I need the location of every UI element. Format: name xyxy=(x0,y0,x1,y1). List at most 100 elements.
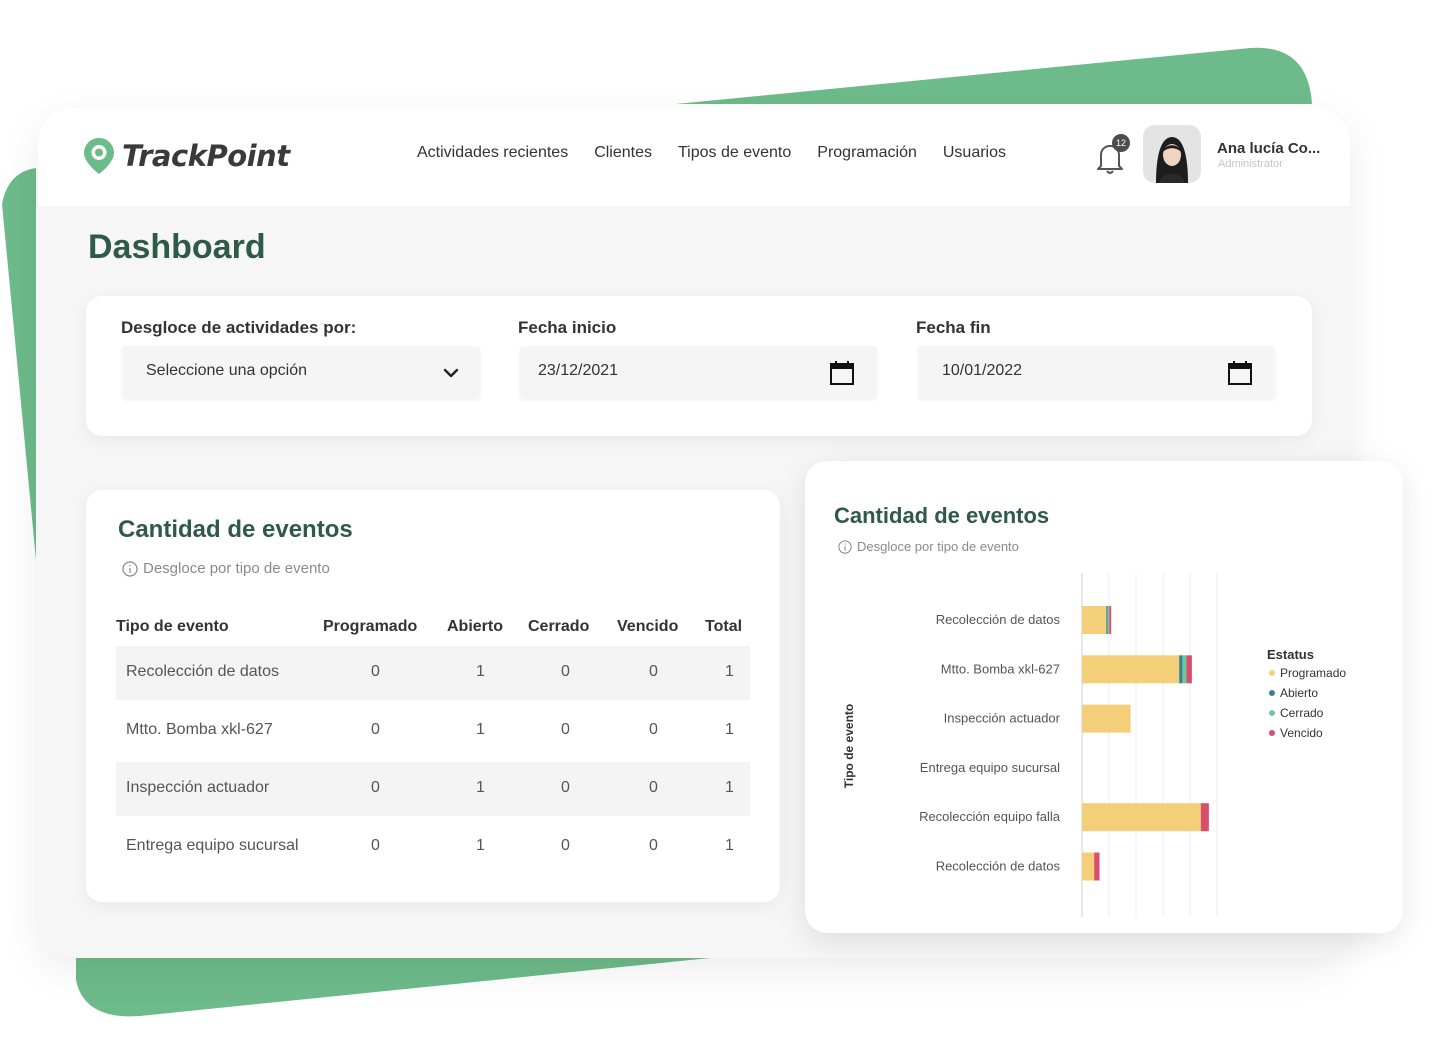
chart-legend-label: Programado xyxy=(1280,666,1346,680)
nav-item-event-types[interactable]: Tipos de evento xyxy=(678,144,791,162)
chart-category-label: Recolección de datos xyxy=(936,612,1061,627)
chart-bar-programado xyxy=(1082,704,1131,733)
chart-bar-cerrado xyxy=(1107,606,1110,634)
filters-panel: Desgloce de actividades por: Seleccione … xyxy=(86,296,1312,436)
events-table-card: Cantidad de eventos Desgloce por tipo de… xyxy=(86,490,780,902)
chart-category-label: Recolección de datos xyxy=(936,859,1061,874)
chart-bar-vencido xyxy=(1094,852,1100,881)
chart-bar-programado xyxy=(1082,655,1180,684)
column-header-open[interactable]: Abierto xyxy=(447,618,503,636)
chart-category-label: Mtto. Bomba xkl-627 xyxy=(941,661,1060,676)
calendar-icon[interactable] xyxy=(1227,360,1253,386)
user-role: Administrator xyxy=(1218,158,1283,170)
table-row[interactable]: Inspección actuador 0 1 0 0 1 xyxy=(116,762,750,816)
chart-legend-label: Cerrado xyxy=(1280,706,1324,720)
cell-closed: 0 xyxy=(561,663,570,680)
brand-name: TrackPoint xyxy=(122,139,290,173)
nav-item-users[interactable]: Usuarios xyxy=(943,144,1006,162)
chart-category-label: Recolección equipo falla xyxy=(919,809,1061,824)
cell-total: 1 xyxy=(725,837,734,854)
cell-overdue: 0 xyxy=(649,663,658,680)
chart-bar-cerrado xyxy=(1182,655,1187,684)
end-date-label: Fecha fin xyxy=(916,318,991,337)
cell-scheduled: 0 xyxy=(371,721,380,738)
chart-bar-abierto xyxy=(1106,606,1108,634)
avatar[interactable] xyxy=(1143,125,1201,183)
breakdown-select[interactable]: Seleccione una opción xyxy=(122,346,480,398)
page-title: Dashboard xyxy=(88,228,266,266)
events-chart-card: Cantidad de eventos Desgloce por tipo de… xyxy=(805,461,1403,933)
cell-open: 1 xyxy=(476,721,485,738)
info-icon xyxy=(122,560,138,577)
chart-legend-label: Vencido xyxy=(1280,726,1323,740)
column-header-total[interactable]: Total xyxy=(705,618,742,636)
main-nav: Actividades recientes Clientes Tipos de … xyxy=(417,144,1006,162)
events-bar-chart: Tipo de evento Recolección de datos Mtto. … xyxy=(842,573,1346,917)
column-header-overdue[interactable]: Vencido xyxy=(617,618,678,636)
chart-category-label: Entrega equipo sucursal xyxy=(920,760,1060,775)
column-header-event-type[interactable]: Tipo de evento xyxy=(116,618,229,636)
chevron-down-icon xyxy=(443,368,459,378)
cell-overdue: 0 xyxy=(649,837,658,854)
chart-legend-swatch xyxy=(1269,730,1275,736)
chart-bar-vencido xyxy=(1109,606,1112,634)
cell-event-type: Inspección actuador xyxy=(126,779,270,796)
chart-bar-programado xyxy=(1082,606,1107,634)
chart-legend-swatch xyxy=(1269,670,1275,676)
table-row[interactable]: Recolección de datos 0 1 0 0 1 xyxy=(116,646,750,700)
nav-item-clients[interactable]: Clientes xyxy=(594,144,652,162)
notifications-button[interactable]: 12 xyxy=(1090,134,1130,176)
cell-event-type: Recolección de datos xyxy=(126,663,279,680)
table-row[interactable]: Mtto. Bomba xkl-627 0 1 0 0 1 xyxy=(116,704,750,758)
cell-open: 1 xyxy=(476,837,485,854)
start-date-input[interactable]: 23/12/2021 xyxy=(520,346,877,398)
chart-bar-vencido xyxy=(1200,803,1209,832)
events-table-subtitle-text: Desgloce por tipo de evento xyxy=(143,560,330,577)
cell-closed: 0 xyxy=(561,837,570,854)
chart-bar-vencido xyxy=(1186,655,1192,684)
calendar-icon[interactable] xyxy=(829,360,855,386)
cell-total: 1 xyxy=(725,779,734,796)
top-navigation-bar: TrackPoint Actividades recientes Cliente… xyxy=(38,108,1350,206)
cell-open: 1 xyxy=(476,663,485,680)
cell-event-type: Mtto. Bomba xkl-627 xyxy=(126,721,273,738)
start-date-label: Fecha inicio xyxy=(518,318,617,337)
brand-logo[interactable]: TrackPoint xyxy=(82,134,290,178)
column-header-scheduled[interactable]: Programado xyxy=(323,618,417,636)
chart-bar-programado xyxy=(1082,803,1201,832)
nav-item-recent-activities[interactable]: Actividades recientes xyxy=(417,144,568,162)
cell-open: 1 xyxy=(476,779,485,796)
cell-closed: 0 xyxy=(561,721,570,738)
table-row[interactable]: Entrega equipo sucursal 0 1 0 0 1 xyxy=(116,820,750,874)
cell-event-type: Entrega equipo sucursal xyxy=(126,837,299,854)
breakdown-select-value: Seleccione una opción xyxy=(146,362,308,379)
chart-y-axis-label: Tipo de evento xyxy=(842,704,856,788)
cell-total: 1 xyxy=(725,663,734,680)
cell-overdue: 0 xyxy=(649,779,658,796)
events-table-title: Cantidad de eventos xyxy=(118,516,353,543)
chart-category-label: Inspección actuador xyxy=(944,711,1061,726)
cell-closed: 0 xyxy=(561,779,570,796)
end-date-value: 10/01/2022 xyxy=(942,362,1023,379)
cell-scheduled: 0 xyxy=(371,837,380,854)
chart-bar-programado xyxy=(1082,852,1095,881)
chart-legend-title: Estatus xyxy=(1267,647,1314,662)
cell-scheduled: 0 xyxy=(371,663,380,680)
cell-scheduled: 0 xyxy=(371,779,380,796)
breakdown-label: Desgloce de actividades por: xyxy=(121,318,357,337)
cell-total: 1 xyxy=(725,721,734,738)
chart-bar-abierto xyxy=(1179,655,1183,684)
chart-legend-label: Abierto xyxy=(1280,686,1318,700)
chart-legend-swatch xyxy=(1269,710,1275,716)
user-name[interactable]: Ana lucía Co... xyxy=(1217,140,1320,157)
nav-item-scheduling[interactable]: Programación xyxy=(817,144,917,162)
end-date-input[interactable]: 10/01/2022 xyxy=(918,346,1275,398)
column-header-closed[interactable]: Cerrado xyxy=(528,618,589,636)
events-table-subtitle: Desgloce por tipo de evento xyxy=(122,560,330,577)
chart-legend-swatch xyxy=(1269,690,1275,696)
notification-count-badge: 12 xyxy=(1112,134,1130,152)
start-date-value: 23/12/2021 xyxy=(538,362,619,379)
user-avatar-image xyxy=(1143,125,1201,183)
location-pin-icon xyxy=(84,138,114,174)
cell-overdue: 0 xyxy=(649,721,658,738)
